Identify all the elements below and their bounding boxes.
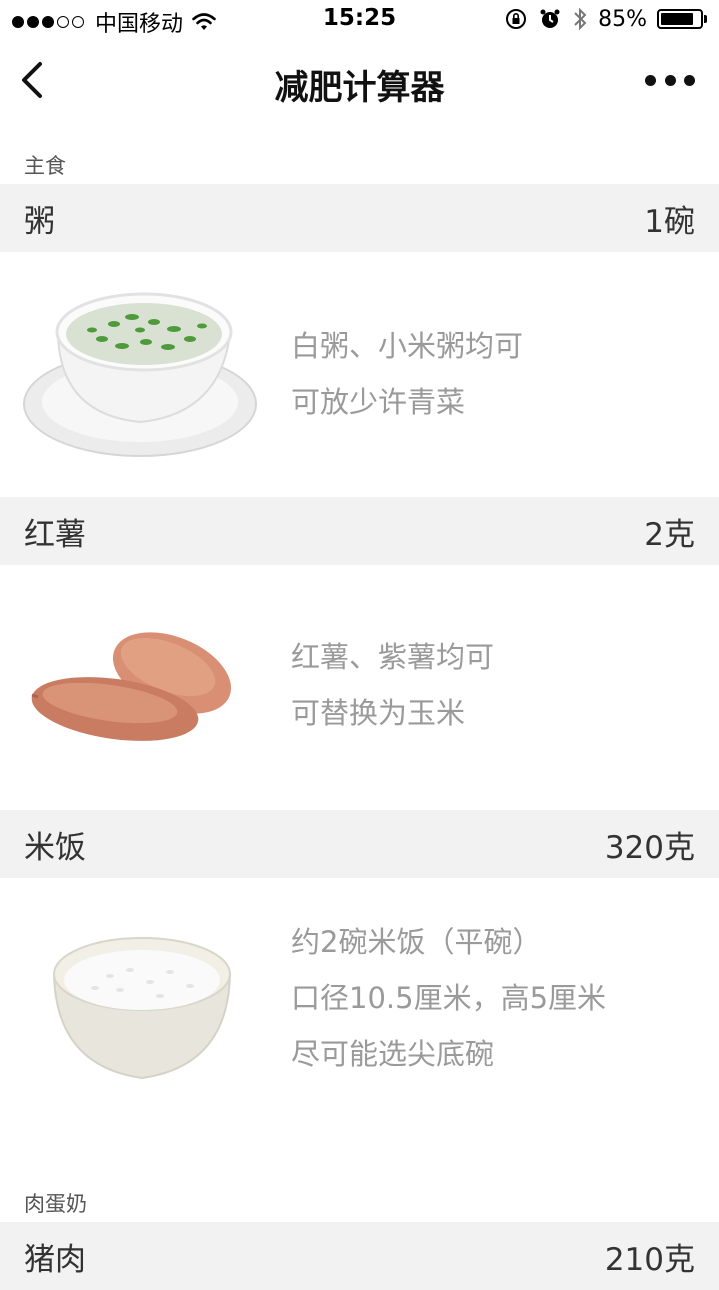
nav-bar: 减肥计算器 bbox=[0, 40, 719, 124]
page-title: 减肥计算器 bbox=[274, 68, 445, 108]
food-name: 红薯 bbox=[24, 516, 86, 553]
food-notes: 约2碗米饭（平碗） 口径10.5厘米，高5厘米 尽可能选尖底碗 bbox=[291, 914, 606, 1082]
battery-icon bbox=[657, 9, 707, 29]
food-amount: 1碗 bbox=[644, 203, 695, 240]
battery-percent: 85% bbox=[598, 6, 647, 32]
food-notes: 红薯、紫薯均可 可替换为玉米 bbox=[291, 629, 494, 741]
food-amount: 210克 bbox=[604, 1241, 695, 1278]
section-label-meat-egg-dairy: 肉蛋奶 bbox=[24, 1192, 87, 1216]
note-line: 可放少许青菜 bbox=[291, 385, 466, 419]
food-name: 猪肉 bbox=[24, 1241, 86, 1278]
food-amount: 2克 bbox=[644, 516, 695, 553]
food-item-header[interactable]: 米饭 320克 bbox=[0, 810, 719, 878]
bluetooth-icon bbox=[574, 7, 587, 31]
food-item-header[interactable]: 红薯 2克 bbox=[0, 497, 719, 565]
note-line: 白粥、小米粥均可 bbox=[291, 329, 524, 363]
note-line: 可替换为玉米 bbox=[291, 696, 466, 730]
rice-bowl-icon bbox=[52, 937, 232, 1080]
food-item-detail: 白粥、小米粥均可 可放少许青菜 bbox=[0, 252, 719, 497]
note-line: 约2碗米饭（平碗） bbox=[291, 925, 542, 959]
food-item-detail: 约2碗米饭（平碗） 口径10.5厘米，高5厘米 尽可能选尖底碗 bbox=[0, 878, 719, 1168]
status-bar: 中国移动 15:25 85% bbox=[0, 0, 719, 40]
porridge-bowl-icon bbox=[23, 292, 257, 457]
sweet-potato-icon bbox=[31, 632, 232, 741]
note-line: 尽可能选尖底碗 bbox=[291, 1037, 495, 1071]
note-line: 口径10.5厘米，高5厘米 bbox=[291, 981, 607, 1015]
food-amount: 320克 bbox=[604, 829, 695, 866]
alarm-icon bbox=[540, 9, 560, 28]
note-line: 红薯、紫薯均可 bbox=[291, 640, 495, 674]
food-item-header[interactable]: 粥 1碗 bbox=[0, 184, 719, 252]
food-notes: 白粥、小米粥均可 可放少许青菜 bbox=[291, 318, 523, 430]
section-label-staple-food: 主食 bbox=[24, 154, 66, 178]
food-name: 米饭 bbox=[24, 829, 86, 866]
rotation-lock-icon bbox=[506, 9, 527, 29]
more-options-icon[interactable] bbox=[645, 70, 695, 90]
food-name: 粥 bbox=[24, 203, 55, 240]
food-item-detail: 红薯、紫薯均可 可替换为玉米 bbox=[0, 565, 719, 810]
